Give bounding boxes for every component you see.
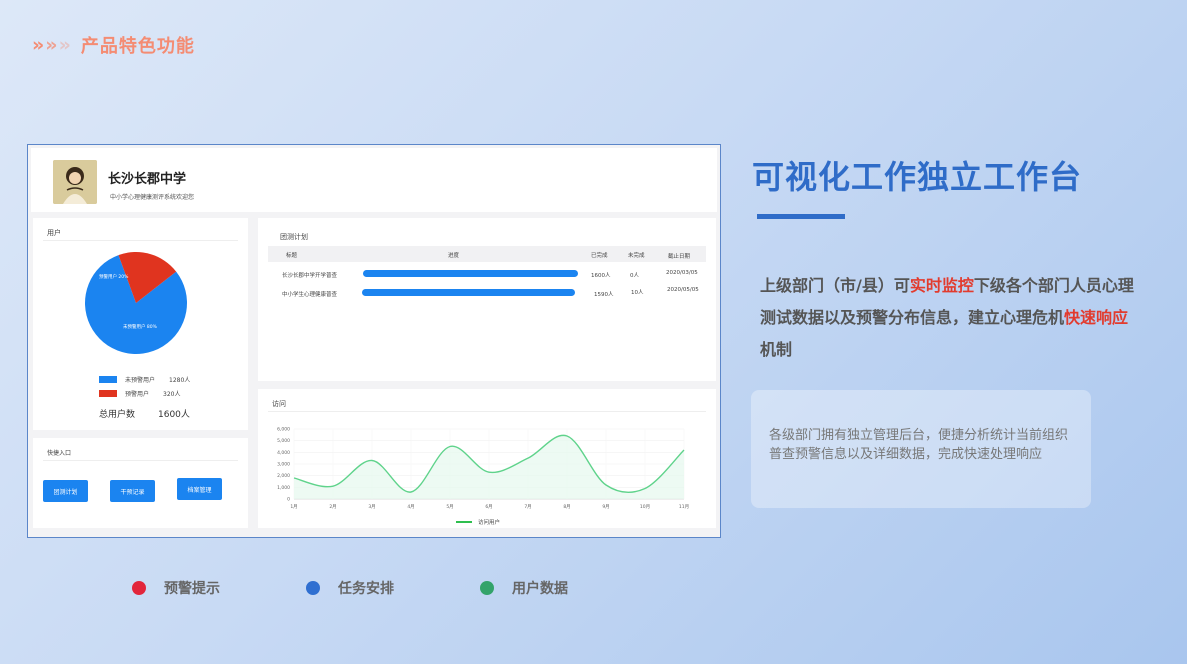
legend-normal: 未预警用户 1280人	[99, 375, 190, 384]
y-tick-label: 6,000	[277, 427, 290, 433]
legend-warning: 预警用户 320人	[99, 389, 180, 398]
x-tick-label: 10月	[640, 504, 650, 510]
col-undone: 未完成	[628, 253, 645, 259]
x-tick-label: 11月	[679, 504, 689, 510]
x-tick-label: 7月	[524, 504, 531, 510]
users-card-title: 用户	[47, 229, 61, 237]
x-tick-label: 3月	[368, 504, 375, 510]
feature-task: 任务安排	[306, 578, 394, 598]
feature-user-data: 用户数据	[480, 578, 568, 598]
col-deadline: 截止日期	[668, 254, 691, 260]
visit-legend: 访问用户	[456, 518, 500, 526]
table-row-title: 中小学生心理健康普查	[282, 292, 338, 298]
col-done: 已完成	[591, 253, 608, 259]
visit-legend-label: 访问用户	[478, 520, 501, 526]
x-tick-label: 9月	[602, 504, 609, 510]
x-tick-label: 6月	[485, 504, 492, 510]
highlight-response: 快速响应	[1064, 308, 1129, 327]
description: 上级部门（市/县）可实时监控下级各个部门人员心理测试数据以及预警分布信息，建立心…	[760, 276, 1134, 359]
chevrons-icon: »»»	[32, 33, 71, 56]
feature-warning: 预警提示	[132, 578, 220, 598]
x-tick-label: 8月	[563, 504, 570, 510]
title-underline	[757, 214, 845, 219]
pie-label-warning: 预警用户 20%	[99, 273, 129, 280]
progress-bar	[362, 289, 575, 296]
y-tick-label: 4,000	[277, 450, 290, 456]
col-progress: 进度	[448, 253, 460, 259]
y-tick-label: 1,000	[277, 485, 290, 491]
info-text: 各级部门拥有独立管理后台，便捷分析统计当前组织普查预警信息以及详细数据，完成快速…	[769, 428, 1069, 462]
pie-label-normal: 未预警用户 80%	[123, 323, 158, 330]
section-title: 产品特色功能	[80, 36, 195, 57]
x-tick-label: 1月	[290, 504, 297, 510]
red-dot-icon	[132, 581, 146, 595]
table-row-undone: 10人	[631, 290, 644, 296]
plan-card-title: 团测计划	[280, 233, 308, 241]
col-title: 标题	[286, 253, 298, 259]
legend-swatch	[99, 376, 117, 383]
school-subtitle: 中小学心理健康测评系统欢迎您	[110, 194, 195, 201]
table-row-title: 长沙长郡中学开学普查	[282, 273, 338, 279]
section-heading: »»» 产品特色功能	[32, 32, 195, 58]
users-pie-chart: 预警用户 20% 未预警用户 80%	[85, 252, 187, 354]
y-tick-label: 3,000	[277, 462, 290, 468]
progress-bar	[363, 270, 578, 277]
green-dot-icon	[480, 581, 494, 595]
dashboard-header: 长沙长郡中学 中小学心理健康测评系统欢迎您	[31, 148, 717, 212]
visit-line-chart: 0 1,000 2,000 3,000 4,000 5,000 6,000 1月 2月 3月 4月 5…	[277, 427, 689, 511]
total-users-value: 1600人	[158, 410, 190, 420]
blue-dot-icon	[306, 581, 320, 595]
table-row-undone: 0人	[630, 273, 639, 279]
visit-card: 访问 0 1,000 2,000 3,000 4,000 5,000 6,000 1月 2月 3月…	[258, 389, 716, 528]
quick-entry-title: 快捷入口	[47, 450, 72, 457]
y-tick-label: 2,000	[277, 473, 290, 479]
users-card: 用户 预警用户 20% 未预警用户 80% 未预警用户 1280人 预警用户 3…	[33, 218, 248, 430]
legend-line-icon	[456, 521, 472, 523]
highlight-realtime: 实时监控	[909, 276, 974, 295]
y-tick-label: 5,000	[277, 438, 290, 444]
main-title: 可视化工作独立工作台	[752, 158, 1083, 196]
x-tick-label: 4月	[407, 504, 414, 510]
table-row-date: 2020/05/05	[667, 287, 699, 293]
x-tick-label: 5月	[446, 504, 453, 510]
info-box: 各级部门拥有独立管理后台，便捷分析统计当前组织普查预警信息以及详细数据，完成快速…	[751, 390, 1091, 508]
x-tick-label: 2月	[329, 504, 336, 510]
group-test-plan-button[interactable]: 团测计划	[43, 480, 88, 502]
intervention-record-button[interactable]: 干预记录	[110, 480, 155, 502]
table-row-done: 1600人	[591, 273, 611, 279]
table-row-done: 1590人	[594, 292, 614, 298]
avatar	[53, 160, 97, 204]
school-name: 长沙长郡中学	[108, 172, 187, 187]
legend-swatch	[99, 390, 117, 397]
table-row-date: 2020/03/05	[666, 270, 698, 276]
dashboard-screenshot: 长沙长郡中学 中小学心理健康测评系统欢迎您 用户 预警用户 20% 未预警用户 …	[27, 144, 721, 538]
total-users-label: 总用户数	[99, 410, 136, 420]
quick-entry-card: 快捷入口 团测计划 干预记录 档案管理	[33, 438, 248, 528]
group-test-plan-card: 团测计划 标题 进度 已完成 未完成 截止日期 长沙长郡中学开学普查 1600人…	[258, 218, 716, 381]
y-tick-label: 0	[287, 497, 290, 503]
archive-management-button[interactable]: 档案管理	[177, 478, 222, 500]
